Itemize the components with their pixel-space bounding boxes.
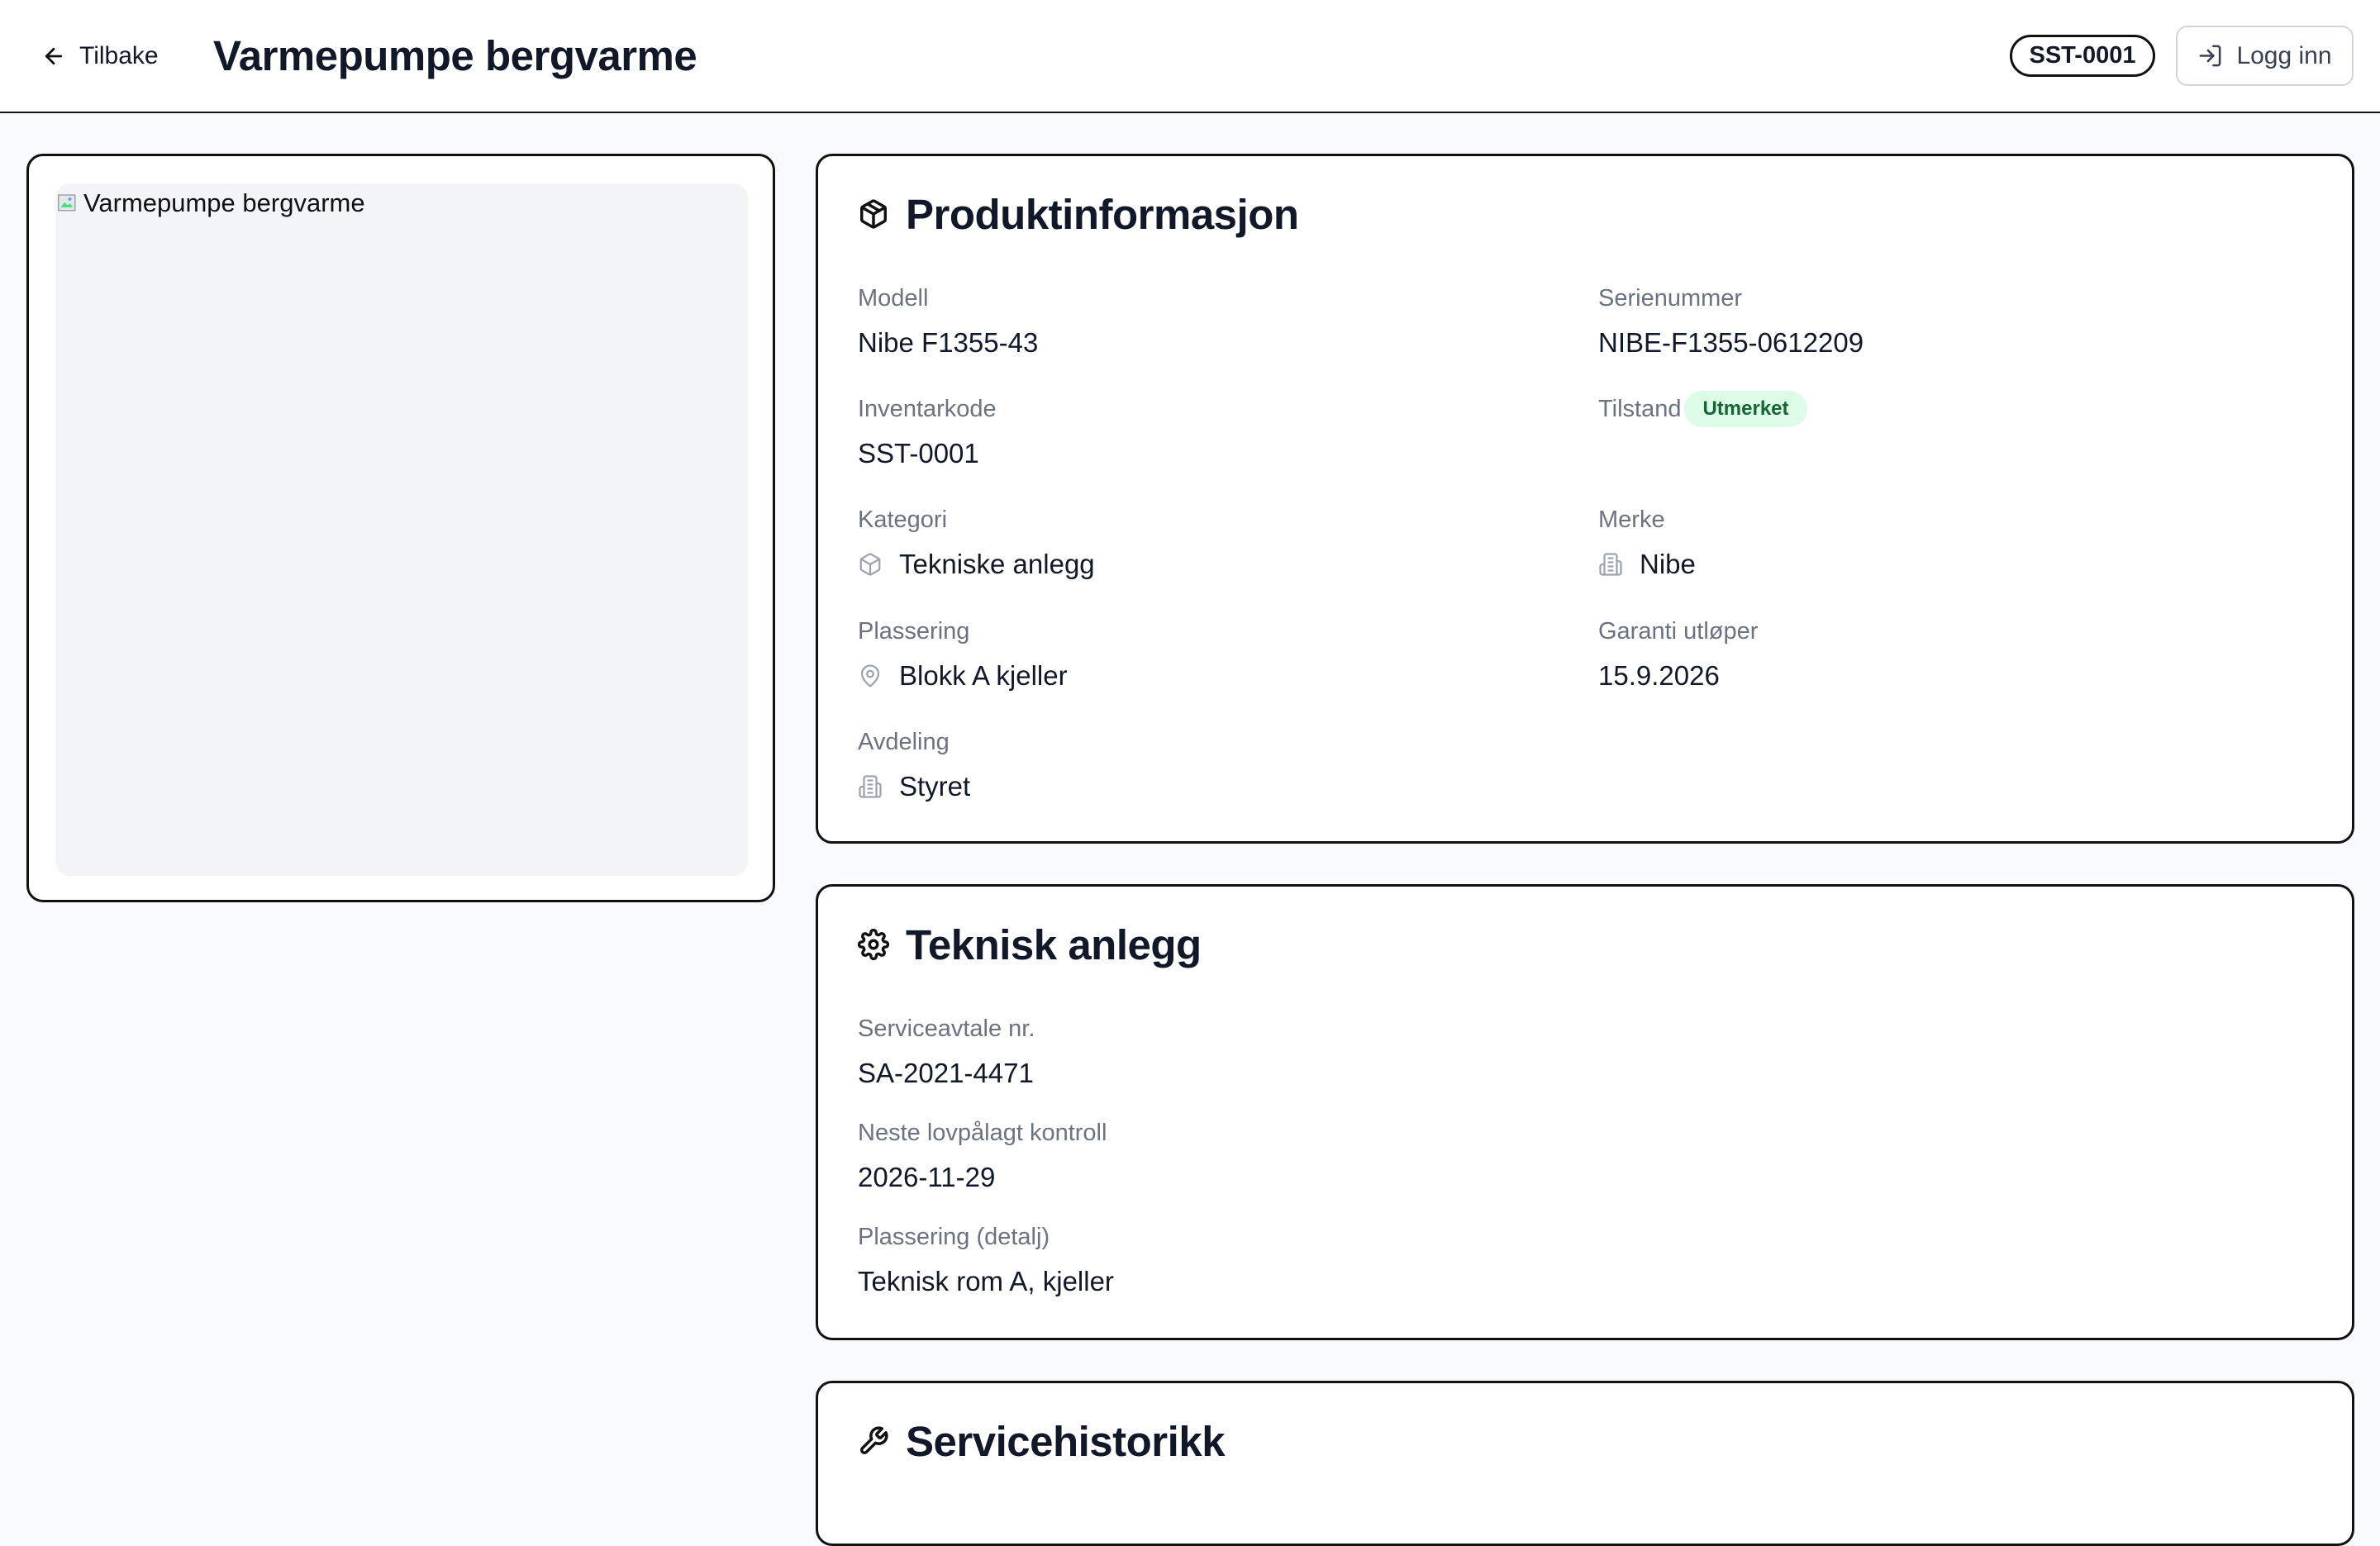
product-info-card: Produktinformasjon Modell Nibe F1355-43 … xyxy=(816,154,2354,844)
model-value: Nibe F1355-43 xyxy=(858,327,1039,358)
arrow-left-icon xyxy=(45,47,63,65)
department-value-row: Styret xyxy=(858,768,970,805)
warranty-value: 15.9.2026 xyxy=(1598,660,1720,691)
condition-status-badge: Utmerket xyxy=(1684,391,1807,427)
next-inspection-label: Neste lovpålagt kontroll xyxy=(858,1120,1107,1146)
image-alt-label: Varmepumpe bergvarme xyxy=(83,188,365,217)
brand-value-row: Nibe xyxy=(1598,546,1696,583)
location-label: Plassering xyxy=(858,618,970,645)
log-in-icon xyxy=(2200,45,2221,67)
top-header: Tilbake Varmepumpe bergvarme SST-0001 Lo… xyxy=(0,0,2380,113)
product-image: Varmepumpe bergvarme xyxy=(55,183,748,876)
location-value-row: Blokk A kjeller xyxy=(858,658,1068,694)
service-history-heading: Servicehistorikk xyxy=(858,1415,1226,1468)
inventory-code-badge: SST-0001 xyxy=(2010,35,2155,77)
inventory-label: Inventarkode xyxy=(858,396,997,422)
condition-label: Tilstand xyxy=(1598,396,1682,422)
settings-icon xyxy=(858,929,889,960)
image-alt-text: Varmepumpe bergvarme xyxy=(55,188,365,218)
field-warranty: Garanti utløper 15.9.2026 xyxy=(1598,615,1758,694)
field-service-agreement: Serviceavtale nr. SA-2021-4471 xyxy=(858,1012,1035,1092)
field-serial: Serienummer NIBE-F1355-0612209 xyxy=(1598,282,1864,361)
category-label: Kategori xyxy=(858,507,948,533)
category-value: Tekniske anlegg xyxy=(899,549,1095,579)
login-button[interactable]: Logg inn xyxy=(2176,26,2354,86)
model-label: Modell xyxy=(858,285,929,312)
field-inventory: Inventarkode SST-0001 xyxy=(858,392,997,472)
field-category: Kategori Tekniske anlegg xyxy=(858,503,1095,583)
login-label: Logg inn xyxy=(2236,41,2332,69)
wrench-icon xyxy=(860,1426,888,1454)
field-department: Avdeling Styret xyxy=(858,725,970,805)
serial-value: NIBE-F1355-0612209 xyxy=(1598,327,1864,358)
technical-card: Teknisk anlegg Serviceavtale nr. SA-2021… xyxy=(816,884,2354,1340)
category-value-row: Tekniske anlegg xyxy=(858,546,1095,583)
brand-label: Merke xyxy=(1598,507,1665,533)
page-title: Varmepumpe bergvarme xyxy=(213,31,697,79)
technical-heading: Teknisk anlegg xyxy=(858,918,1202,971)
serial-label: Serienummer xyxy=(1598,285,1743,312)
location-detail-value: Teknisk rom A, kjeller xyxy=(858,1266,1114,1296)
warranty-label: Garanti utløper xyxy=(1598,618,1759,645)
broken-image-icon xyxy=(58,194,76,212)
technical-title: Teknisk anlegg xyxy=(906,920,1202,968)
back-label: Tilbake xyxy=(79,42,159,69)
department-label: Avdeling xyxy=(858,729,950,755)
field-location: Plassering Blokk A kjeller xyxy=(858,615,1068,694)
inventory-value: SST-0001 xyxy=(858,438,979,469)
map-pin-icon xyxy=(860,664,880,687)
field-location-detail: Plassering (detalj) Teknisk rom A, kjell… xyxy=(858,1220,1114,1300)
building-icon xyxy=(1599,553,1622,576)
product-info-title: Produktinformasjon xyxy=(906,190,1299,238)
location-value: Blokk A kjeller xyxy=(899,660,1068,691)
field-model: Modell Nibe F1355-43 xyxy=(858,282,1038,361)
package-icon xyxy=(860,199,887,229)
service-history-card: Servicehistorikk xyxy=(816,1381,2354,1546)
field-condition: Tilstand Utmerket xyxy=(1598,391,1807,427)
condition-row: Tilstand Utmerket xyxy=(1598,391,1807,427)
service-agreement-label: Serviceavtale nr. xyxy=(858,1016,1035,1042)
product-image-card: Varmepumpe bergvarme xyxy=(26,154,775,902)
product-info-heading: Produktinformasjon xyxy=(858,188,1299,240)
field-next-inspection: Neste lovpålagt kontroll 2026-11-29 xyxy=(858,1116,1107,1196)
location-detail-label: Plassering (detalj) xyxy=(858,1224,1050,1250)
service-history-title: Servicehistorikk xyxy=(906,1417,1226,1465)
field-brand: Merke Nibe xyxy=(1598,503,1696,583)
package-icon xyxy=(859,553,881,576)
building-icon xyxy=(859,775,882,798)
brand-value: Nibe xyxy=(1640,549,1696,579)
back-button[interactable]: Tilbake xyxy=(41,31,159,81)
department-value: Styret xyxy=(899,771,971,802)
service-agreement-value: SA-2021-4471 xyxy=(858,1058,1034,1088)
next-inspection-value: 2026-11-29 xyxy=(858,1162,996,1192)
